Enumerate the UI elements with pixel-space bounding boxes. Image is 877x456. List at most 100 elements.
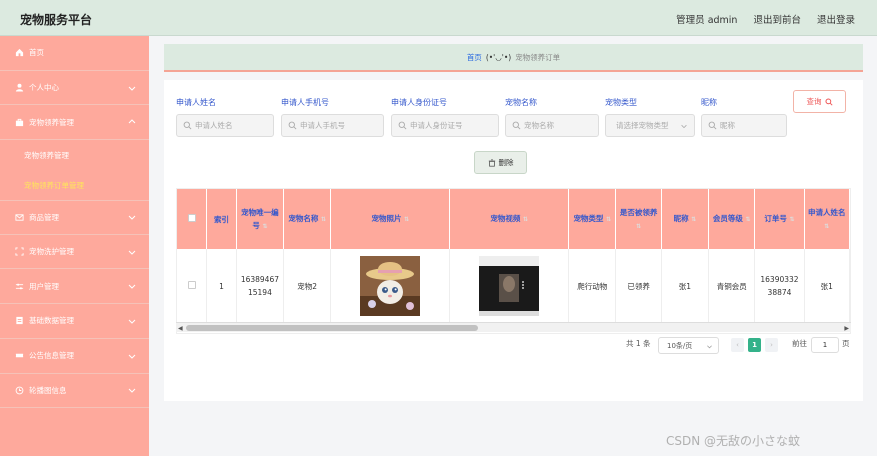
column-header[interactable]: 宠物视频 ⇅ bbox=[449, 189, 570, 249]
pet-video-player[interactable] bbox=[479, 256, 540, 316]
page-jump-input[interactable]: 1 bbox=[811, 337, 839, 353]
sort-icon[interactable]: ⇅ bbox=[691, 216, 696, 223]
sidebar-item-adoption[interactable]: 宠物领养管理 bbox=[0, 105, 149, 141]
chevron-down-icon bbox=[128, 250, 136, 255]
sidebar-item-users[interactable]: 用户管理 bbox=[0, 269, 149, 305]
select-all-checkbox[interactable] bbox=[187, 213, 196, 222]
scroll-right-icon[interactable]: ▶ bbox=[844, 325, 849, 332]
sort-icon[interactable]: ⇅ bbox=[523, 216, 528, 223]
placeholder: 宠物名称 bbox=[524, 121, 554, 130]
horizontal-scrollbar[interactable]: ◀ ▶ bbox=[176, 322, 851, 332]
select-all-header[interactable] bbox=[177, 189, 208, 249]
top-bar: 宠物服务平台 管理员 admin 退出到前台 退出登录 bbox=[0, 0, 877, 36]
sort-icon[interactable]: ⇅ bbox=[404, 216, 409, 223]
sidebar-item-basic-data[interactable]: 基础数据管理 bbox=[0, 304, 149, 339]
sidebar-item-label: 用户管理 bbox=[29, 281, 59, 291]
cell-index: 1 bbox=[206, 249, 237, 323]
column-header-label: 是否被领养 bbox=[619, 207, 658, 217]
nickname-input[interactable]: 昵称 bbox=[701, 114, 787, 137]
back-to-front-link[interactable]: 退出到前台 bbox=[753, 12, 801, 26]
placeholder: 申请人身份证号 bbox=[410, 121, 463, 130]
sidebar-item-home[interactable]: 首页 bbox=[0, 36, 149, 71]
sidebar-item-notices[interactable]: 公告信息管理 bbox=[0, 339, 149, 374]
chevron-down-icon bbox=[128, 216, 136, 221]
document-icon bbox=[14, 316, 24, 326]
column-header[interactable]: 宠物名称 ⇅ bbox=[283, 189, 332, 249]
mail-icon bbox=[14, 212, 24, 222]
sort-icon[interactable]: ⇅ bbox=[636, 223, 641, 230]
pet-type-select[interactable]: 请选择宠物类型 bbox=[605, 114, 695, 137]
sort-icon[interactable]: ⇅ bbox=[746, 216, 751, 223]
filter-label-nickname: 昵称 bbox=[701, 98, 717, 107]
goto-label: 前往 bbox=[792, 339, 807, 348]
scrollbar-thumb[interactable] bbox=[186, 325, 478, 331]
cell-pet-video bbox=[449, 249, 570, 323]
query-button[interactable]: 查询 bbox=[793, 90, 846, 113]
sidebar-item-grooming[interactable]: 宠物洗护管理 bbox=[0, 235, 149, 270]
cell-applicant-name: 张1 bbox=[804, 249, 850, 323]
delete-button[interactable]: 删除 bbox=[474, 151, 527, 174]
search-icon bbox=[824, 97, 833, 106]
chevron-down-icon bbox=[128, 86, 136, 91]
breadcrumb: 首页 (•'◡'•) 宠物领养订单 bbox=[164, 44, 863, 72]
sort-icon[interactable]: ⇅ bbox=[790, 216, 795, 223]
chevron-down-icon bbox=[128, 284, 136, 289]
column-header[interactable]: 昵称 ⇅ bbox=[661, 189, 710, 249]
sidebar-subitem-adoption-orders[interactable]: 宠物领养订单管理 bbox=[0, 170, 149, 200]
sidebar: 首页 个人中心 宠物领养管理 宠物领养管理 宠物领养订单管理 商品管理 宠物洗护… bbox=[0, 36, 149, 456]
column-header[interactable]: 宠物照片 ⇅ bbox=[330, 189, 451, 249]
row-checkbox[interactable] bbox=[187, 280, 196, 289]
frame-icon bbox=[14, 247, 24, 257]
applicant-idcard-input[interactable]: 申请人身份证号 bbox=[391, 114, 499, 137]
sidebar-item-label: 基础数据管理 bbox=[29, 316, 74, 326]
column-header[interactable]: 申请人姓名 ⇅ bbox=[804, 189, 850, 249]
column-header-label: 会员等级 bbox=[712, 214, 743, 223]
sidebar-item-label: 个人中心 bbox=[29, 83, 59, 93]
sidebar-item-goods[interactable]: 商品管理 bbox=[0, 200, 149, 235]
table-row[interactable]: 1 1638946715194 宠物2 爬行动物 已领养 张1 青铜会员 163… bbox=[177, 249, 850, 323]
sort-icon[interactable]: ⇅ bbox=[824, 223, 829, 230]
column-header[interactable]: 宠物类型 ⇅ bbox=[568, 189, 617, 249]
search-icon bbox=[512, 121, 521, 130]
column-header[interactable]: 会员等级 ⇅ bbox=[708, 189, 756, 249]
pet-name-input[interactable]: 宠物名称 bbox=[505, 114, 599, 137]
cell-order-no: 1639033238874 bbox=[754, 249, 805, 323]
column-header[interactable]: 宠物唯一编号 ⇅ bbox=[236, 189, 285, 249]
cell-nickname: 张1 bbox=[661, 249, 710, 323]
pet-photo-image[interactable] bbox=[360, 256, 421, 316]
applicant-phone-input[interactable]: 申请人手机号 bbox=[281, 114, 384, 137]
sort-icon[interactable]: ⇅ bbox=[262, 223, 267, 230]
main-content: 首页 (•'◡'•) 宠物领养订单 申请人姓名 申请人手机号 申请人身份证号 宠… bbox=[149, 36, 877, 456]
page-size-select[interactable]: 10条/页 bbox=[658, 337, 719, 354]
orders-table: 索引 宠物唯一编号 ⇅ 宠物名称 ⇅ 宠物照片 ⇅ 宠物视频 ⇅ 宠物类型 ⇅ … bbox=[176, 188, 851, 334]
next-page-button[interactable]: › bbox=[765, 338, 778, 352]
sidebar-item-label: 公告信息管理 bbox=[29, 351, 74, 361]
user-icon bbox=[14, 83, 24, 93]
column-header-label: 昵称 bbox=[673, 214, 689, 223]
cell-pet-id: 1638946715194 bbox=[236, 249, 285, 323]
sidebar-item-label: 宠物领养管理 bbox=[29, 117, 74, 127]
filter-label-pettype: 宠物类型 bbox=[605, 98, 637, 107]
filter-label-phone: 申请人手机号 bbox=[281, 98, 329, 107]
sort-icon[interactable]: ⇅ bbox=[321, 216, 326, 223]
breadcrumb-home[interactable]: 首页 bbox=[467, 52, 482, 63]
sort-icon[interactable]: ⇅ bbox=[606, 216, 611, 223]
page-number-current[interactable]: 1 bbox=[748, 338, 761, 352]
chevron-up-icon bbox=[128, 119, 136, 124]
sidebar-item-profile[interactable]: 个人中心 bbox=[0, 71, 149, 106]
column-header: 索引 bbox=[206, 189, 237, 249]
row-checkbox-cell[interactable] bbox=[177, 249, 208, 323]
sidebar-item-label: 首页 bbox=[29, 48, 44, 58]
applicant-name-input[interactable]: 申请人姓名 bbox=[176, 114, 274, 137]
logout-link[interactable]: 退出登录 bbox=[817, 12, 855, 26]
sidebar-item-carousel[interactable]: 轮播图信息 bbox=[0, 374, 149, 409]
scroll-left-icon[interactable]: ◀ bbox=[178, 325, 183, 332]
home-icon bbox=[14, 48, 24, 58]
prev-page-button[interactable]: ‹ bbox=[731, 338, 744, 352]
placeholder: 昵称 bbox=[720, 121, 735, 130]
watermark: CSDN @无敌の小さな蚊 bbox=[666, 434, 801, 448]
sidebar-subitem-adoption-manage[interactable]: 宠物领养管理 bbox=[0, 140, 149, 170]
column-header[interactable]: 订单号 ⇅ bbox=[754, 189, 805, 249]
search-icon bbox=[183, 121, 192, 130]
column-header[interactable]: 是否被领养 ⇅ bbox=[615, 189, 662, 249]
